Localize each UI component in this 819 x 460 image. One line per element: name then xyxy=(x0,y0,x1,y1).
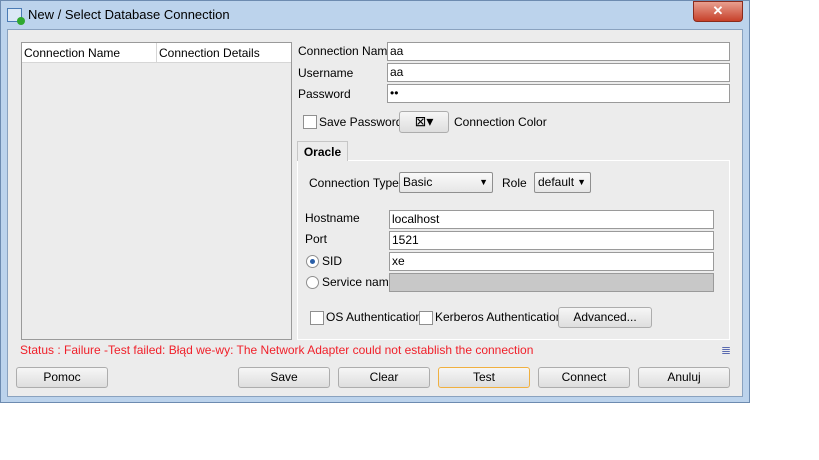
save-password-label: Save Password xyxy=(319,115,403,129)
cancel-button[interactable]: Anuluj xyxy=(638,367,730,388)
hostname-input[interactable]: localhost xyxy=(389,210,714,229)
role-value: default xyxy=(538,175,575,189)
connection-name-label: Connection Name xyxy=(298,44,395,58)
os-authentication-checkbox[interactable] xyxy=(310,311,324,325)
sid-label: SID xyxy=(322,254,343,268)
save-password-checkbox[interactable] xyxy=(303,115,317,129)
close-button[interactable]: ✕ xyxy=(693,1,743,22)
connection-color-label: Connection Color xyxy=(454,115,547,129)
clear-button[interactable]: Clear xyxy=(338,367,430,388)
details-icon[interactable]: ≣ xyxy=(721,343,731,357)
database-connection-icon xyxy=(7,8,25,25)
connection-type-select[interactable]: Basic ▼ xyxy=(399,172,493,193)
port-input[interactable]: 1521 xyxy=(389,231,714,250)
column-header-connection-name[interactable]: Connection Name xyxy=(22,43,157,63)
connect-button[interactable]: Connect xyxy=(538,367,630,388)
password-input[interactable]: •• xyxy=(387,84,730,103)
service-name-input[interactable] xyxy=(389,273,714,292)
advanced-button[interactable]: Advanced... xyxy=(558,307,652,328)
connection-list[interactable]: Connection Name Connection Details xyxy=(21,42,292,340)
os-authentication-label: OS Authentication xyxy=(326,310,423,324)
chevron-down-icon: ▼ xyxy=(479,177,488,187)
role-label: Role xyxy=(502,176,527,190)
connection-type-value: Basic xyxy=(403,175,433,189)
kerberos-authentication-checkbox[interactable] xyxy=(419,311,433,325)
service-name-label: Service name xyxy=(322,275,396,289)
sid-radio[interactable] xyxy=(306,255,319,268)
status-message: Status : Failure -Test failed: Błąd we-w… xyxy=(20,343,534,357)
color-picker-icon: ⊠▾ xyxy=(414,113,434,129)
column-header-connection-details[interactable]: Connection Details xyxy=(157,43,291,63)
hostname-label: Hostname xyxy=(305,211,360,225)
connection-color-button[interactable]: ⊠▾ xyxy=(399,111,449,133)
save-button[interactable]: Save xyxy=(238,367,330,388)
test-button[interactable]: Test xyxy=(438,367,530,388)
username-input[interactable]: aa xyxy=(387,63,730,82)
kerberos-authentication-label: Kerberos Authentication xyxy=(435,310,563,324)
sid-input[interactable]: xe xyxy=(389,252,714,271)
connection-name-input[interactable]: aa xyxy=(387,42,730,61)
service-name-radio[interactable] xyxy=(306,276,319,289)
tab-oracle[interactable]: Oracle xyxy=(297,141,348,161)
password-label: Password xyxy=(298,87,351,101)
chevron-down-icon: ▼ xyxy=(577,177,586,187)
connection-type-label: Connection Type xyxy=(309,176,399,190)
port-label: Port xyxy=(305,232,328,246)
username-label: Username xyxy=(298,66,354,80)
help-button[interactable]: Pomoc xyxy=(16,367,108,388)
role-select[interactable]: default ▼ xyxy=(534,172,591,193)
window-title: New / Select Database Connection xyxy=(28,7,230,22)
